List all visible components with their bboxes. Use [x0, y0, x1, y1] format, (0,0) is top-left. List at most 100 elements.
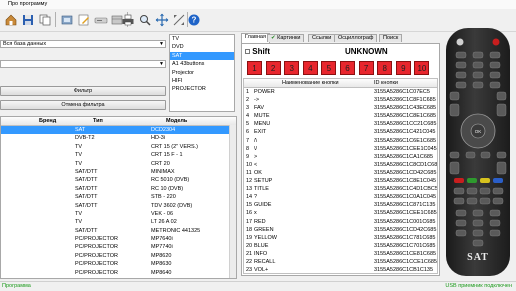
shift-checkbox[interactable]: Shift: [245, 47, 270, 56]
table-row[interactable]: SAT/DTT TDV 3602 (DVB): [1, 202, 236, 210]
search-icon[interactable]: [136, 11, 153, 28]
menu-about[interactable]: Про программу: [8, 1, 47, 7]
table-row[interactable]: TV CRT 20: [1, 160, 236, 168]
code-row[interactable]: 2 -> 3155A5286C1C8F1C685: [244, 96, 437, 104]
column-header-type[interactable]: Тип: [93, 118, 103, 124]
edit-icon[interactable]: [75, 11, 92, 28]
code-row[interactable]: 12 SETUP 3155A5286C1C8E1C045: [244, 177, 437, 185]
table-row[interactable]: TV LT 26 A 02: [1, 218, 236, 226]
code-row[interactable]: 14? 3155A5286C1C0A1C045: [244, 193, 437, 201]
cell-button-name: GUIDE: [254, 202, 272, 209]
tab-search[interactable]: Поиск: [379, 34, 403, 42]
code-row[interactable]: 23 VOL+ 3155A5286C1CB1C135: [244, 266, 437, 273]
code-row[interactable]: 22 RECALL 3155A5286C1CCE1C685: [244, 258, 437, 266]
code-row[interactable]: 19 YELLOW 3155A5286C1C781C685: [244, 234, 437, 242]
copy-icon[interactable]: [36, 11, 53, 28]
table-row[interactable]: PC/PROJECTOR MP8640: [1, 269, 236, 277]
type-list[interactable]: TV DVD SAT A1 43buttons Projector HIFI PROJECT…: [169, 34, 235, 112]
help-icon[interactable]: ?: [185, 11, 202, 28]
tab-oscilloscope[interactable]: Осциллограф: [334, 34, 378, 42]
table-row[interactable]: TV CRT 15 (2" VERS.): [1, 143, 236, 151]
tab-links[interactable]: Ссылки: [308, 34, 336, 42]
number-button[interactable]: 5: [321, 61, 337, 75]
type-list-item[interactable]: DVD: [170, 43, 234, 51]
layers-icon[interactable]: [58, 11, 75, 28]
checkbox-box[interactable]: [245, 49, 250, 55]
code-row[interactable]: 15 GUIDE 3155A5286C1C871C135: [244, 201, 437, 209]
database-select-value: Вся база данных: [3, 41, 47, 47]
cell-model: CRT 20: [151, 160, 170, 167]
number-button[interactable]: 6: [340, 61, 355, 75]
table-row[interactable]: PC/PROJECTOR MP8720: [1, 277, 236, 278]
database-select[interactable]: Вся база данных ▼: [0, 40, 166, 48]
type-list-item[interactable]: Projector: [170, 69, 234, 77]
table-row[interactable]: SAT DCD2304: [1, 126, 236, 135]
table-row[interactable]: TV VEK - 06: [1, 210, 236, 218]
codes-table-body: 1 POWER 3155A5286C1C07EC5 2 -> 3155A5286C1C8F…: [244, 88, 437, 273]
type-list-item[interactable]: HIFI: [170, 77, 234, 85]
table-row[interactable]: PC/PROJECTOR MP8630: [1, 260, 236, 268]
number-button[interactable]: 10: [414, 61, 430, 75]
table-row[interactable]: SAT/DTT METRONIC 441325: [1, 227, 236, 235]
code-row[interactable]: 8 \/ 3155A5286C1CEE1C045: [244, 145, 437, 153]
code-row[interactable]: 16 x 3155A5286C1CEE1C685: [244, 209, 437, 217]
toolbar: ?: [0, 9, 516, 32]
number-button[interactable]: 3: [284, 61, 300, 75]
number-button[interactable]: 8: [377, 61, 393, 75]
table-row[interactable]: SAT/DTT MINIMAX: [1, 168, 236, 176]
type-list-item[interactable]: TV: [170, 35, 234, 43]
column-header-brand[interactable]: Бренд: [39, 118, 56, 124]
type-list-item[interactable]: SAT: [170, 51, 234, 61]
tab-main[interactable]: Главная: [241, 33, 270, 43]
cell-index: 4: [246, 113, 250, 120]
code-row[interactable]: 20 BLUE 3155A5286C1C701C685: [244, 242, 437, 250]
zoom-icon[interactable]: [153, 11, 170, 28]
code-row[interactable]: 11 OK 3155A5286C1CD42C685: [244, 169, 437, 177]
table-row[interactable]: PC/PROJECTOR MP8620: [1, 252, 236, 260]
number-button[interactable]: 7: [358, 61, 374, 75]
code-row[interactable]: 17 RED 3155A5286C1C001C685: [244, 218, 437, 226]
code-row[interactable]: 18 GREEN 3155A5286C1CD42C685: [244, 226, 437, 234]
filter-button[interactable]: Фильтр: [0, 86, 166, 96]
code-row[interactable]: 1 POWER 3155A5286C1C07EC5: [244, 88, 437, 96]
codes-table-header: Наименование кнопки ID кнопки: [244, 79, 437, 88]
cell-model: HD-3i: [151, 135, 166, 142]
code-row[interactable]: 9 >3155A5286C1CA1C685: [244, 153, 437, 161]
cell-model: CRT 15 (2" VERS.): [151, 143, 198, 150]
table-row[interactable]: DVB-T2 HD-3i: [1, 134, 236, 142]
save-icon[interactable]: [19, 11, 36, 28]
column-header-model[interactable]: Модель: [166, 118, 187, 124]
type-list-item[interactable]: A1 43buttons: [170, 60, 234, 68]
code-row[interactable]: 10 <3155A5286C1C8CD1C685: [244, 161, 437, 169]
tab-pictures[interactable]: ✔ Картинки: [267, 34, 305, 42]
printer-icon[interactable]: [119, 11, 136, 28]
number-button[interactable]: 1: [247, 61, 262, 75]
code-row[interactable]: 3 FAV 3155A5286C1C43EC685: [244, 104, 437, 112]
column-header-button-name[interactable]: Наименование кнопки: [282, 80, 339, 86]
code-row[interactable]: 6 EXIT 3155A5286C1C421C045: [244, 128, 437, 136]
disk-icon[interactable]: [92, 11, 109, 28]
table-row[interactable]: SAT/DTT RC 5010 (DVB): [1, 176, 236, 184]
home-icon[interactable]: [2, 11, 19, 28]
table-row[interactable]: PC/PROJECTOR MP7640i: [1, 235, 236, 243]
code-row[interactable]: 4 MUTE 3155A5286C1C8E1C685: [244, 112, 437, 120]
number-button[interactable]: 9: [395, 61, 411, 75]
column-header-button-id[interactable]: ID кнопки: [374, 80, 398, 86]
table-row[interactable]: TV CRT 15 F - 1: [1, 151, 236, 159]
table-row[interactable]: SAT/DTT RC 10 (DVB): [1, 185, 236, 193]
cancel-filter-button[interactable]: Отмена фильтра: [0, 100, 166, 110]
code-row[interactable]: 13 TITLE 3155A5286C1C4D1CBC5: [244, 185, 437, 193]
code-row[interactable]: 7 /\ 3155A5286C1C6E1C685: [244, 137, 437, 145]
number-button[interactable]: 4: [302, 61, 318, 75]
cell-button-id: 3155A5286C1C421C045: [374, 129, 436, 136]
device-table-scrollbar[interactable]: [229, 125, 236, 278]
number-button[interactable]: 2: [265, 61, 281, 75]
code-row[interactable]: 5 MENU 3155A5286C1CC21C685: [244, 120, 437, 128]
type-list-item[interactable]: PROJECTOR: [170, 85, 234, 93]
filter-select[interactable]: ▼: [0, 60, 166, 68]
table-row[interactable]: SAT/DTT STB - 220: [1, 193, 236, 201]
codes-table: Наименование кнопки ID кнопки 1 POWER 3155…: [243, 78, 438, 274]
code-row[interactable]: 21 INFO 3155A5286C1CE81C685: [244, 250, 437, 258]
cell-model: RC 5010 (DVB): [151, 177, 190, 184]
table-row[interactable]: PC/PROJECTOR MP7740i: [1, 243, 236, 251]
